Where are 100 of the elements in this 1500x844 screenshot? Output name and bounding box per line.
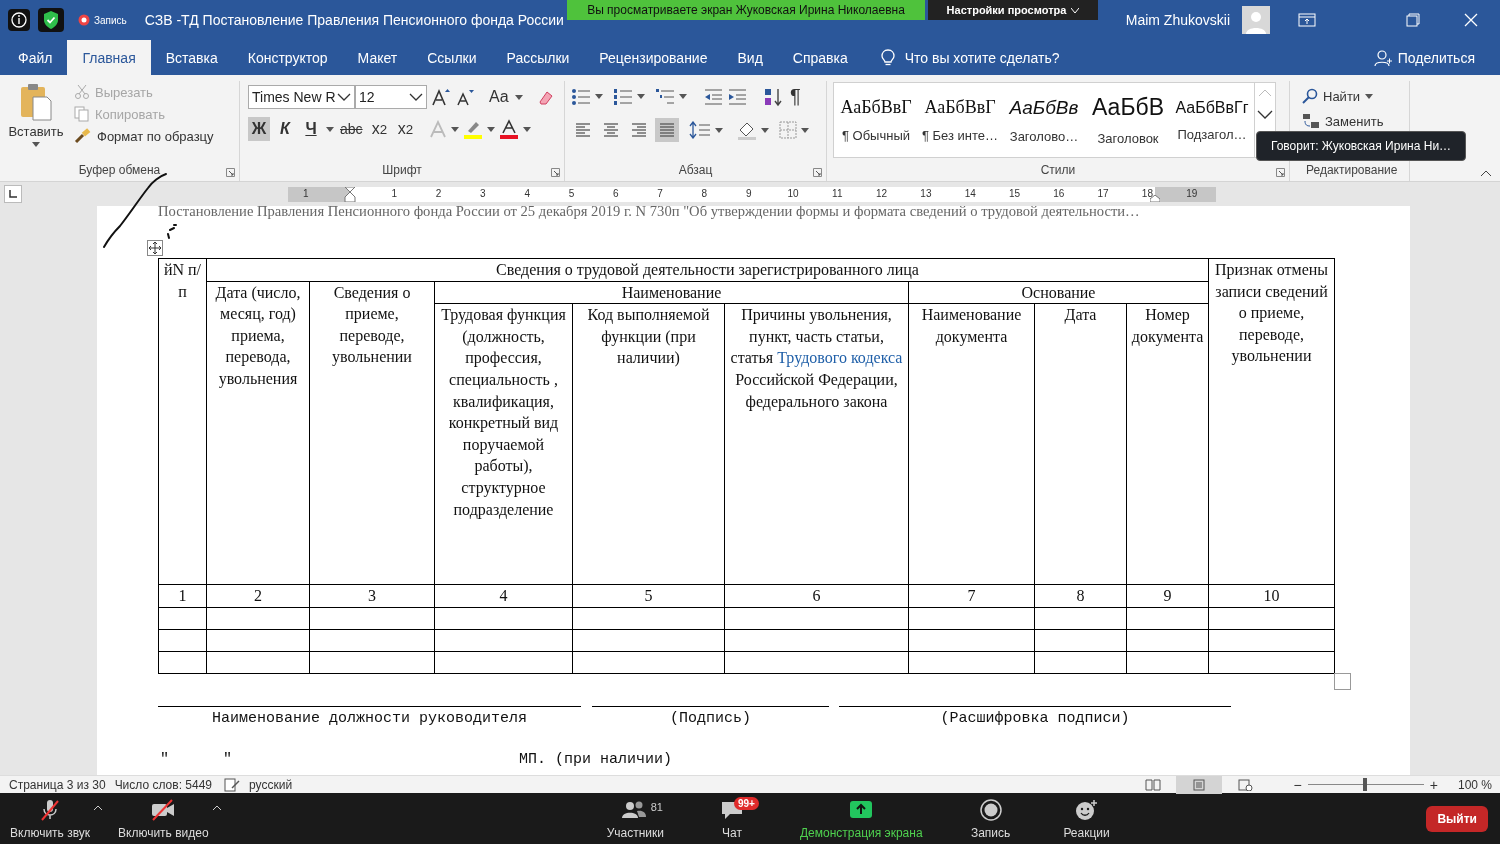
leave-button[interactable]: Выйти — [1426, 805, 1488, 832]
recording-label: Запись — [94, 14, 127, 26]
ribbon-tab[interactable]: Главная — [67, 40, 151, 75]
column-header: Сведения о приеме, переводе, увольнении — [309, 281, 435, 585]
clipboard-action[interactable]: Формат по образцу — [72, 127, 216, 145]
ribbon-tab[interactable]: Макет — [342, 40, 413, 75]
page-count[interactable]: Страница 3 из 30 — [9, 777, 106, 792]
ruler-number: 15 — [1008, 188, 1021, 199]
column-header: Трудовая функция (должность, профессия, специальность , квалификация, конкретный вид поручаемой работы), структурное подразделение — [434, 303, 573, 585]
replace-button[interactable]: Заменить — [1300, 111, 1386, 131]
group-label: Абзац — [677, 162, 714, 179]
group-label: Стили — [1039, 162, 1077, 179]
style-option[interactable]: АаБбВвГ ¶ Обычный — [834, 83, 918, 157]
ribbon-tab[interactable]: Вставка — [150, 40, 233, 75]
group-header: Наименование — [434, 281, 909, 304]
ruler-number: 5 — [568, 188, 575, 199]
ruler-number: 14 — [964, 188, 976, 199]
ribbon-tab[interactable]: Вид — [722, 40, 778, 75]
ribbon-tab[interactable]: Рассылки — [491, 40, 585, 75]
format-button[interactable]: К — [274, 117, 296, 141]
ruler-number: 4 — [524, 188, 530, 199]
ruler-number: 2 — [435, 188, 442, 199]
sharing-banner: Вы просматриваете экран Жуковская Ирина Николаевна — [567, 0, 925, 20]
ruler-number: 12 — [876, 188, 888, 199]
ruler-number: 18 — [1141, 188, 1153, 199]
column-header: Причины увольнения, пункт, часть статьи, статья Трудового кодекса Российской Федерации, федерального закона — [724, 303, 909, 585]
ruler-number: 1 — [391, 188, 398, 199]
group-label: Шрифт — [381, 162, 423, 179]
word-count[interactable]: Число слов: 5449 — [114, 777, 213, 792]
ruler-number: 17 — [1097, 188, 1109, 199]
column-number: 1 — [158, 584, 207, 608]
paste-button[interactable]: Вставить — [0, 81, 72, 161]
share-button[interactable]: Поделиться — [1397, 49, 1475, 66]
column-number: 5 — [572, 584, 725, 608]
zoom-out-button[interactable]: − — [1287, 776, 1308, 793]
tell-me-field[interactable]: Что вы хотите сделать? — [904, 49, 1060, 66]
record-button[interactable]: Запись — [962, 797, 1019, 840]
format-button[interactable]: abc — [338, 117, 365, 141]
column-header: Признак отмены записи сведений о приеме, переводе, увольнении — [1208, 258, 1335, 585]
ribbon-tab[interactable]: Справка — [777, 40, 863, 75]
style-option[interactable]: АаБбВвГ ¶ Без инте… — [918, 83, 1002, 157]
ruler-number: 9 — [745, 188, 752, 199]
unmute-button[interactable]: Включить звук — [10, 797, 91, 840]
column-number: 10 — [1208, 584, 1335, 608]
change-case-button[interactable]: Aa — [487, 85, 511, 109]
column-number: 6 — [724, 584, 909, 608]
signature-line: (Расшифровка подписи) — [839, 706, 1231, 728]
style-option[interactable]: АаБбВ Заголовок — [1086, 83, 1170, 157]
ruler-number: 7 — [657, 188, 663, 199]
column-header: Наименование документа — [908, 303, 1035, 585]
ruler-number: 16 — [1053, 188, 1065, 199]
signature-line: (Подпись) — [592, 706, 829, 728]
ribbon-tab[interactable]: Ссылки — [412, 40, 492, 75]
view-options-button[interactable]: Настройки просмотра — [928, 0, 1098, 20]
ribbon-tab[interactable]: Конструктор — [232, 40, 343, 75]
column-header: Дата — [1034, 303, 1127, 585]
column-header: Дата (число, месяц, год) приема, перевода, увольнения — [206, 281, 310, 585]
ruler-number: 13 — [920, 188, 932, 199]
user-name: Maim Zhukovskii — [1125, 12, 1230, 28]
column-number: 4 — [434, 584, 573, 608]
ruler-number: 19 — [1186, 188, 1198, 199]
ruler-number: 3 — [480, 188, 486, 199]
ruler-number: 1 — [302, 188, 309, 199]
participants-button[interactable]: 81 Участники — [606, 797, 664, 840]
style-option[interactable]: АаБбВвГг Подзагол… — [1170, 83, 1254, 157]
ruler-number: 8 — [701, 188, 708, 199]
font-name-field[interactable]: Times New R — [248, 85, 355, 109]
format-button[interactable]: Ж — [248, 117, 270, 141]
column-number: 9 — [1126, 584, 1209, 608]
signature-line: Наименование должности руководителя — [158, 706, 581, 728]
stamp-label: МП. (при наличии) — [519, 751, 673, 769]
document-heading: Постановление Правления Пенсионного фонда России от 25 декабря 2019 г. N 730п "Об утверждении формы и формата сведений о трудовой деятельности… — [158, 206, 1141, 219]
ruler-number: 6 — [613, 188, 619, 199]
style-option[interactable]: АаБбВв Заголово… — [1002, 83, 1086, 157]
start-video-button[interactable]: Включить видео — [118, 797, 209, 840]
column-number: 3 — [309, 584, 435, 608]
zoom-percent[interactable]: 100 % — [1457, 777, 1492, 792]
column-number: 7 — [908, 584, 1035, 608]
group-header: Сведения о трудовой деятельности зарегистрированного лица — [206, 258, 1209, 282]
language-label[interactable]: русский — [249, 777, 293, 792]
chat-button[interactable]: 99+ Чат — [703, 797, 760, 840]
reactions-button[interactable]: Реакции — [1058, 797, 1115, 840]
column-header: Код выполняемой функции (при наличии) — [572, 303, 725, 585]
speaker-tooltip: Говорит: Жуковская Ирина Ни… — [1256, 131, 1467, 161]
group-label: Буфер обмена — [77, 162, 162, 179]
law-link[interactable]: Трудового кодекса — [777, 349, 903, 367]
show-marks-button[interactable]: ¶ — [787, 85, 804, 108]
ribbon-tab[interactable]: Файл — [3, 40, 68, 75]
ribbon-tab[interactable]: Рецензирование — [584, 40, 723, 75]
format-button[interactable]: Ч — [300, 117, 322, 141]
date-quotes: " " — [160, 751, 233, 769]
share-button[interactable]: Демонстрация экрана — [799, 797, 923, 840]
column-number: 8 — [1034, 584, 1127, 608]
column-number: 2 — [206, 584, 310, 608]
font-size-field[interactable]: 12 — [355, 85, 427, 109]
zoom-in-button[interactable]: + — [1423, 776, 1444, 793]
find-button[interactable]: Найти — [1300, 87, 1386, 105]
window-title: СЗВ -ТД Постановление Правления Пенсионного фонда России — [144, 12, 564, 28]
ruler-number: 11 — [832, 188, 843, 199]
column-header: йN п/п — [158, 258, 207, 585]
